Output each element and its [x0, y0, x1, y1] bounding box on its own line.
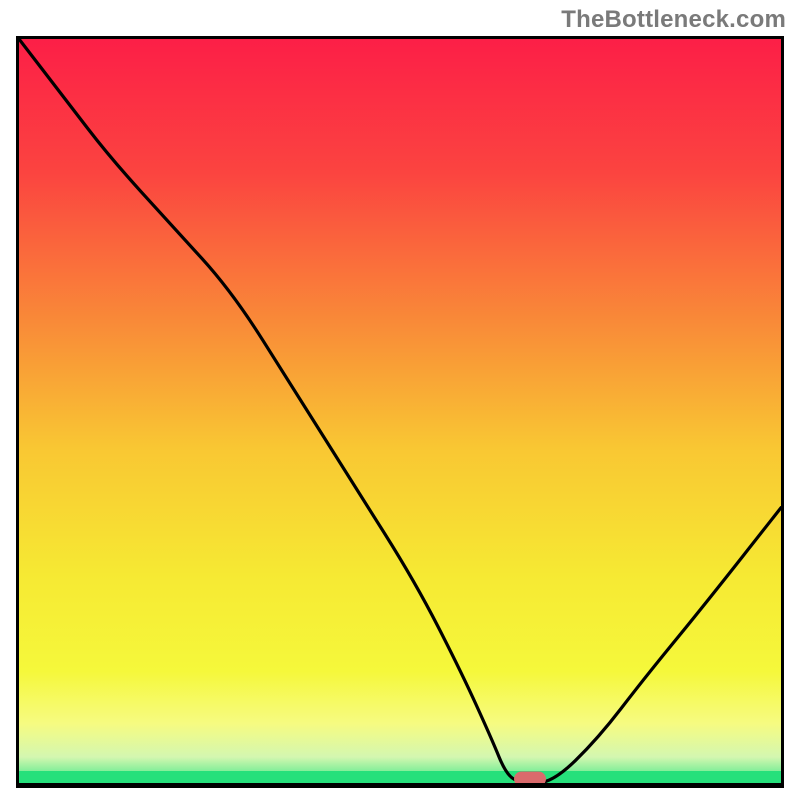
bottleneck-curve [19, 39, 781, 783]
attribution-watermark: TheBottleneck.com [561, 6, 786, 34]
plot-area [16, 36, 784, 788]
bottleneck-chart: TheBottleneck.com [0, 0, 800, 800]
optimal-marker [514, 772, 546, 787]
